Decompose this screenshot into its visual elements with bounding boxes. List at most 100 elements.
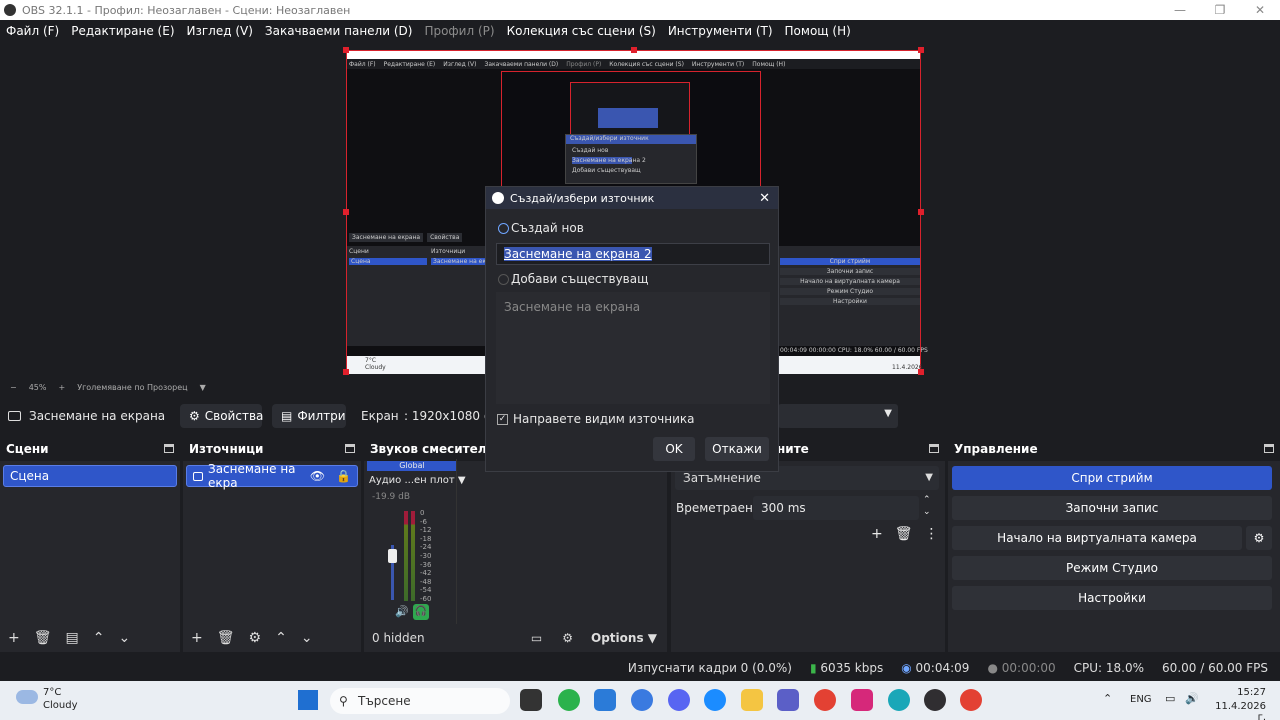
mixer-channel[interactable]: Аудио ...ен плот ▼ xyxy=(369,475,466,486)
clock-time[interactable]: 15:27 xyxy=(1214,687,1266,698)
record-icon: ● xyxy=(987,661,998,675)
duration-input[interactable]: 300 ms xyxy=(753,496,919,520)
trash-icon[interactable]: 🗑 xyxy=(34,630,52,646)
existing-sources-list[interactable]: Заснемане на екрана xyxy=(496,292,770,404)
menu-tools[interactable]: Инструменти (T) xyxy=(662,24,779,38)
eye-icon[interactable]: 👁 xyxy=(310,469,325,483)
menu-scene-collection[interactable]: Колекция със сцени (S) xyxy=(501,24,662,38)
menu-help[interactable]: Помощ (H) xyxy=(779,24,857,38)
properties-button[interactable]: ⚙ Свойства xyxy=(180,404,263,428)
obs-logo-icon xyxy=(492,192,504,204)
chrome-icon[interactable] xyxy=(960,689,982,711)
move-up-button[interactable]: ⌃ xyxy=(93,630,105,646)
popout-icon[interactable] xyxy=(345,444,355,453)
context-source: Заснемане на екрана xyxy=(8,409,165,423)
move-up-button[interactable]: ⌃ xyxy=(275,630,287,646)
stream-time: ◉ 00:04:09 xyxy=(901,661,970,675)
scene-item[interactable]: Сцена xyxy=(3,465,177,487)
source-name-input[interactable]: Заснемане на екрана 2 xyxy=(496,243,770,265)
menu-profile[interactable]: Профил (P) xyxy=(418,24,500,38)
volume-slider-handle[interactable] xyxy=(388,549,397,563)
filter-icon[interactable]: ▤ xyxy=(66,630,79,646)
menu-file[interactable]: Файл (F) xyxy=(0,24,65,38)
chevron-down-icon[interactable]: ▼ xyxy=(200,383,206,392)
volume-icon[interactable]: 🔊 xyxy=(1185,692,1199,705)
popout-icon[interactable] xyxy=(1264,444,1274,453)
messenger-icon[interactable] xyxy=(704,689,726,711)
context-source-name: Заснемане на екрана xyxy=(29,409,166,423)
maximize-button[interactable]: ❐ xyxy=(1200,0,1240,20)
menu-docks[interactable]: Закачваеми панели (D) xyxy=(259,24,419,38)
ok-button[interactable]: OK xyxy=(653,437,695,461)
chrome-icon[interactable] xyxy=(814,689,836,711)
stop-stream-button[interactable]: Спри стрийм xyxy=(952,466,1272,490)
popout-icon[interactable] xyxy=(164,444,174,453)
edge-icon[interactable] xyxy=(888,689,910,711)
move-down-button[interactable]: ⌄ xyxy=(301,630,313,646)
lock-icon[interactable]: 🔒 xyxy=(336,469,351,483)
add-existing-radio[interactable]: Добави съществуващ xyxy=(498,272,648,286)
layout-icon[interactable]: ▭ xyxy=(531,631,542,645)
source-item[interactable]: Заснемане на екра 👁 🔒 xyxy=(186,462,358,490)
obs-icon[interactable] xyxy=(924,689,946,711)
discord-icon[interactable] xyxy=(668,689,690,711)
windows-start-icon[interactable] xyxy=(298,690,318,710)
folder-icon[interactable] xyxy=(741,689,763,711)
gear-icon[interactable]: ⚙ xyxy=(249,630,262,646)
more-icon[interactable]: ⋮ xyxy=(925,526,939,542)
app-icon[interactable] xyxy=(631,689,653,711)
menu-view[interactable]: Изглед (V) xyxy=(181,24,259,38)
input-language[interactable]: ENG xyxy=(1130,694,1152,705)
studio-mode-button[interactable]: Режим Студио xyxy=(952,556,1272,580)
screen-label: Екран xyxy=(361,409,399,423)
zoom-in-button[interactable]: + xyxy=(58,383,65,392)
create-new-radio[interactable]: Създай нов xyxy=(498,221,584,235)
settings-button[interactable]: Настройки xyxy=(952,586,1272,610)
network-icon[interactable]: ▭ xyxy=(1165,692,1175,705)
weather-desc[interactable]: Cloudy xyxy=(43,700,77,711)
teams-icon[interactable] xyxy=(777,689,799,711)
taskbar-search[interactable]: ⚲ Търсене xyxy=(330,688,510,714)
weather-temp[interactable]: 7°C xyxy=(43,687,61,698)
make-visible-checkbox[interactable]: ✓ Направете видим източника xyxy=(497,412,695,426)
chevron-up-icon[interactable]: ⌃ xyxy=(1103,692,1112,705)
cancel-button[interactable]: Откажи xyxy=(705,437,769,461)
sources-dock: Източници Заснемане на екра 👁 🔒 + 🗑 ⚙ ⌃ … xyxy=(183,437,361,652)
task-view-icon[interactable] xyxy=(520,689,542,711)
headphones-icon[interactable]: 🎧 xyxy=(413,604,429,620)
controls-dock: Управление Спри стрийм Започни запис Нач… xyxy=(948,437,1280,652)
app-icon[interactable] xyxy=(594,689,616,711)
start-recording-button[interactable]: Започни запис xyxy=(952,496,1272,520)
clock-date[interactable]: 11.4.2026 г. xyxy=(1206,701,1266,720)
move-down-button[interactable]: ⌄ xyxy=(118,630,130,646)
duration-label: Времетраене xyxy=(676,501,761,515)
filters-button[interactable]: ▤ Филтри xyxy=(272,404,346,428)
broadcast-icon: ◉ xyxy=(901,661,912,675)
app-icon[interactable] xyxy=(558,689,580,711)
menu-bar: Файл (F) Редактиране (E) Изглед (V) Зака… xyxy=(0,20,1280,41)
popout-icon[interactable] xyxy=(929,444,939,453)
instagram-icon[interactable] xyxy=(851,689,873,711)
zoom-out-button[interactable]: − xyxy=(10,383,17,392)
trash-icon[interactable]: 🗑 xyxy=(217,630,235,646)
hidden-count: 0 hidden xyxy=(372,631,425,645)
add-transition-button[interactable]: + xyxy=(871,526,883,542)
add-source-button[interactable]: + xyxy=(191,630,203,646)
chevron-down-icon: ▼ xyxy=(884,408,892,419)
minimize-button[interactable]: — xyxy=(1160,0,1200,20)
preview-zoom-controls: − 45% + Уголемяване по Прозорец ▼ xyxy=(0,380,480,394)
screen-select[interactable]: ▼ xyxy=(778,404,898,428)
zoom-mode[interactable]: Уголемяване по Прозорец xyxy=(77,383,187,392)
speaker-icon[interactable]: 🔊 xyxy=(395,605,409,618)
add-scene-button[interactable]: + xyxy=(8,630,20,646)
close-window-button[interactable]: ✕ xyxy=(1240,0,1280,20)
menu-edit[interactable]: Редактиране (E) xyxy=(65,24,180,38)
mixer-options-button[interactable]: Options ▼ xyxy=(591,631,657,645)
virtual-camera-button[interactable]: Начало на виртуалната камера xyxy=(952,526,1242,550)
trash-icon[interactable]: 🗑 xyxy=(895,526,913,542)
close-icon[interactable]: ✕ xyxy=(759,191,770,206)
duration-stepper[interactable]: ⌃ ⌄ xyxy=(923,494,931,518)
list-item[interactable]: Заснемане на екрана xyxy=(504,300,762,314)
gear-icon[interactable]: ⚙ xyxy=(1246,526,1272,550)
mixer-settings-icon[interactable]: ⚙ xyxy=(562,631,573,645)
